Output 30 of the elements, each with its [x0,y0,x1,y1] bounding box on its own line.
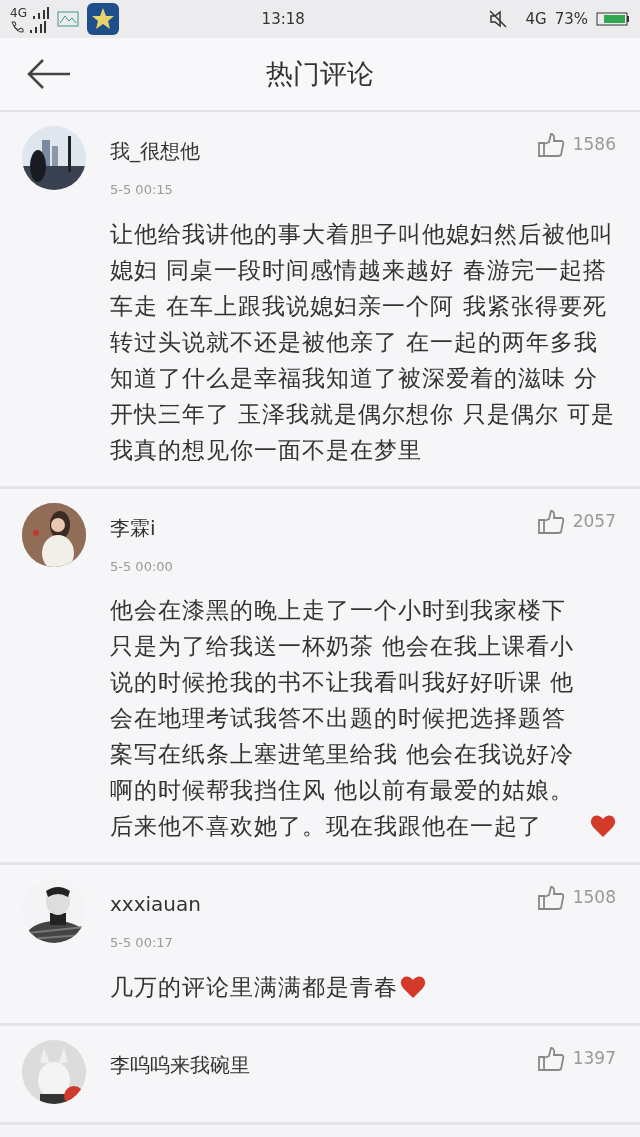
like-count: 1508 [572,886,616,910]
thumbs-up-icon[interactable] [536,132,565,158]
clock-time: 13:18 [260,8,306,30]
star-app-icon[interactable] [86,3,119,35]
page-title: 热门评论 [266,56,374,91]
comment-time: 5-5 00:00 [110,557,174,576]
network-label: 4G [10,5,27,21]
user-name[interactable]: 我_很想他 [110,136,200,166]
battery-percent: 73% [554,8,588,30]
signal-icon [28,20,46,33]
network-label: 4G [525,8,547,30]
thumbs-up-icon[interactable] [536,508,565,535]
user-name[interactable]: xxxiauan [110,889,201,919]
signal-icon [30,7,49,19]
like-count: 1586 [572,133,616,157]
comment-text: 几万的评论里满满都是青春 [110,972,398,1002]
back-icon[interactable] [26,59,72,89]
user-name[interactable]: 李霖i [110,512,156,543]
thumbs-up-icon[interactable] [536,1045,565,1072]
like-count: 2057 [572,509,616,533]
comment-text: 他会在漆黑的晚上走了一个小时到我家楼下只是为了给我送一杯奶茶 他会在我上课看小说的时候抢我的书不让我看叫我好好听课 他会在地理考试我答不出题的时候把选择题答案写在纸条上塞进笔里给我 他会在我说好冷啊的时候帮我挡住风 他以前有最爱的姑娘。后来他不喜欢她了。现在我跟他在一起了 [110,596,576,841]
like-count: 1397 [572,1046,616,1070]
user-name[interactable]: 李呜呜来我碗里 [110,1049,250,1080]
comment-time: 5-5 00:17 [110,934,174,952]
thumbs-up-icon[interactable] [536,885,565,911]
comment-time: 5-5 00:15 [110,181,174,199]
phone-icon [10,20,24,33]
battery-icon [596,11,630,27]
comment-text: 让他给我讲他的事大着胆子叫他媳妇然后被他叫媳妇 同桌一段时间感情越来越好 春游完一起搭车走 在车上跟我说媳妇亲一个阿 我紧张得要死转过头说就不还是被他亲了 在一起的两年多我知道了什么是幸福我知道了被深爱着的滋味 分开快三年了 玉泽我就是偶尔想你 只是偶尔 可是我真的想见你一面不是在梦里 [110,219,616,465]
image-icon [56,10,79,28]
